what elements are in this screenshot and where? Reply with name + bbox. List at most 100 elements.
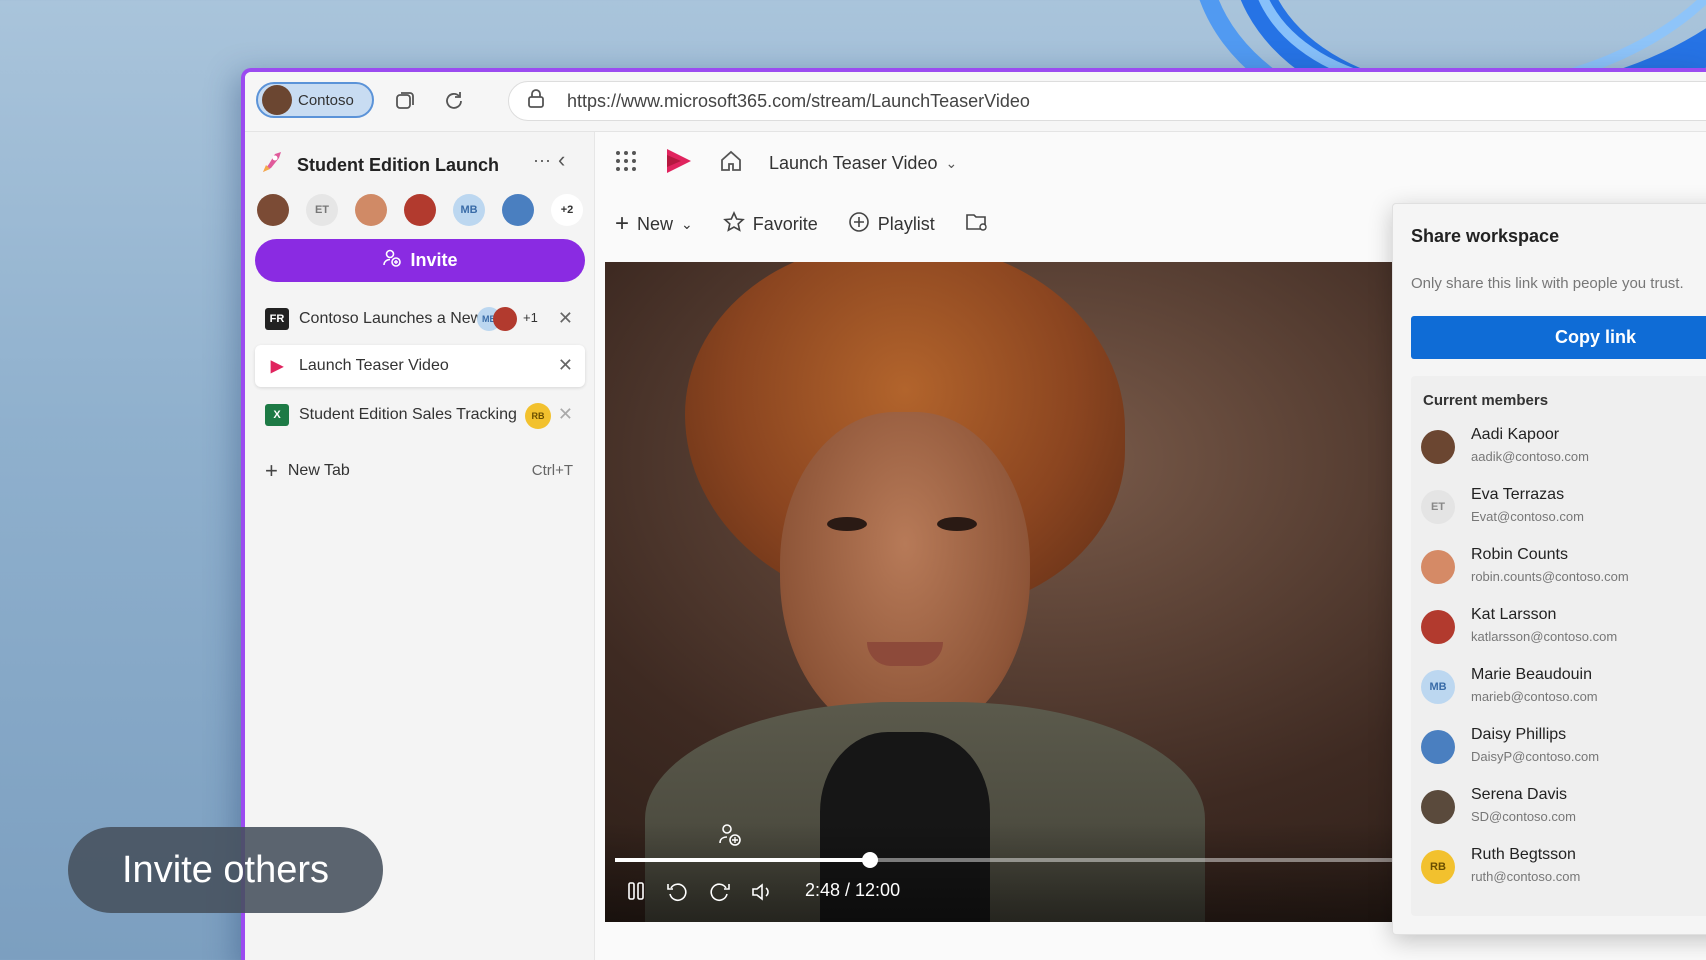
news-icon: FR [265,308,289,330]
move-to-folder-button[interactable] [965,211,989,238]
app-header: Launch Teaser Video ⌄ [595,132,1706,194]
member-email: katlarsson@contoso.com [1471,629,1618,644]
member-row[interactable]: RB Ruth Begtsson ruth@contoso.com [1421,842,1706,892]
star-icon [722,210,745,238]
playlist-label: Playlist [877,213,935,234]
playlist-button[interactable]: Playlist [848,211,935,238]
member-name: Daisy Phillips [1471,726,1567,743]
invite-button[interactable]: Invite [255,239,585,282]
member-avatar[interactable] [257,194,289,226]
plus-icon: + [615,210,630,237]
member-avatar[interactable]: MB [453,194,485,226]
sidebar-tab[interactable]: FR Contoso Launches a New MB +1 ✕ [255,298,585,340]
forward-10-icon[interactable] [708,880,732,910]
workspace-title: Student Edition Launch [297,155,499,175]
pause-icon[interactable] [625,880,647,908]
member-row[interactable]: Robin Counts robin.counts@contoso.com [1421,542,1706,592]
video-frame-lips [867,642,943,666]
member-avatar[interactable]: ET [306,194,338,226]
excel-icon: X [265,404,289,426]
chevron-down-icon: ⌄ [681,215,693,232]
member-name: Serena Davis [1471,786,1568,803]
member-avatar: ET [1421,490,1455,524]
tab-actions-icon[interactable] [390,86,420,116]
new-label: New [637,213,674,234]
member-name: Ruth Begtsson [1471,846,1576,863]
profile-button[interactable]: Contoso [256,82,374,118]
member-avatar [1421,610,1455,644]
members-more-count[interactable]: +2 [551,194,583,226]
member-email: DaisyP@contoso.com [1471,749,1600,764]
plus-icon: + [265,458,278,483]
member-email: marieb@contoso.com [1471,689,1598,704]
folder-icon [965,211,989,238]
new-tab-button[interactable]: + New Tab Ctrl+T [255,450,585,492]
member-row[interactable]: MB Marie Beaudouin marieb@contoso.com [1421,662,1706,712]
browser-toolbar: Contoso https://www.microsoft365.com/str… [245,72,1706,132]
browser-window: Contoso https://www.microsoft365.com/str… [241,68,1706,960]
member-avatar [1421,550,1455,584]
share-subtitle: Only share this link with people you tru… [1411,275,1684,292]
video-title: Launch Teaser Video [769,152,938,173]
close-tab-icon[interactable]: ✕ [558,404,573,425]
member-avatar[interactable] [355,194,387,226]
favorite-label: Favorite [752,213,818,234]
video-title-dropdown[interactable]: Launch Teaser Video ⌄ [769,153,957,174]
workspace-members: ET MB +2 [257,194,583,226]
workspace-more-button[interactable]: ··· [533,150,551,171]
tab-collaborator-avatar [493,307,517,331]
member-row[interactable]: Daisy Phillips DaisyP@contoso.com [1421,722,1706,772]
member-name: Kat Larsson [1471,606,1557,623]
member-name: Marie Beaudouin [1471,666,1592,683]
profile-label: Contoso [298,91,354,109]
new-button[interactable]: + New ⌄ [615,210,693,238]
address-bar[interactable]: https://www.microsoft365.com/stream/Laun… [508,81,1706,121]
member-avatar: RB [1421,850,1455,884]
rocket-icon [259,150,287,181]
rewind-10-icon[interactable] [665,880,689,910]
member-row[interactable]: ET Eva Terrazas Evat@contoso.com [1421,482,1706,532]
lock-icon [527,88,545,114]
member-avatar [1421,790,1455,824]
favorite-button[interactable]: Favorite [722,210,818,238]
member-avatar[interactable] [502,194,534,226]
home-icon[interactable] [719,149,743,178]
workspace-header[interactable]: Student Edition Launch [259,150,499,181]
add-circle-icon [848,211,870,238]
add-person-icon[interactable] [717,822,743,853]
add-person-icon [382,248,402,273]
app-launcher-icon[interactable] [615,150,637,177]
seek-thumb[interactable] [862,852,879,868]
member-row[interactable]: Aadi Kapoor aadik@contoso.com Owner [1421,422,1706,472]
member-email: robin.counts@contoso.com [1471,569,1629,584]
member-name: Robin Counts [1471,546,1568,563]
member-name: Aadi Kapoor [1471,426,1560,443]
member-email: Evat@contoso.com [1471,509,1584,524]
tab-collaborator-avatar: RB [525,403,551,429]
member-avatar [1421,730,1455,764]
copy-link-button[interactable]: Copy link [1411,316,1706,359]
member-row[interactable]: Serena Davis SD@contoso.com [1421,782,1706,832]
member-avatar: MB [1421,670,1455,704]
refresh-icon[interactable] [439,86,469,116]
sidebar-tab[interactable]: X Student Edition Sales Tracking RB ✕ [255,394,585,436]
member-row[interactable]: Kat Larsson katlarsson@contoso.com [1421,602,1706,652]
member-avatar [1421,430,1455,464]
close-tab-icon[interactable]: ✕ [558,355,573,376]
tab-collaborator-more: +1 [523,310,538,325]
member-name: Eva Terrazas [1471,486,1565,503]
member-email: ruth@contoso.com [1471,869,1581,884]
seek-progress [615,858,871,862]
stream-logo-icon[interactable] [663,147,693,180]
video-frame-eye [827,517,867,531]
video-frame-face [780,412,1030,742]
chevron-down-icon: ⌄ [945,154,958,171]
tab-label: Contoso Launches a New [299,310,483,327]
collapse-sidebar-button[interactable]: ‹ [558,147,565,173]
video-frame-eye [937,517,977,531]
tab-label: Launch Teaser Video [299,357,449,374]
sidebar-tab-active[interactable]: ▶ Launch Teaser Video ✕ [255,345,585,387]
volume-icon[interactable] [750,880,774,910]
close-tab-icon[interactable]: ✕ [558,308,573,329]
member-avatar[interactable] [404,194,436,226]
